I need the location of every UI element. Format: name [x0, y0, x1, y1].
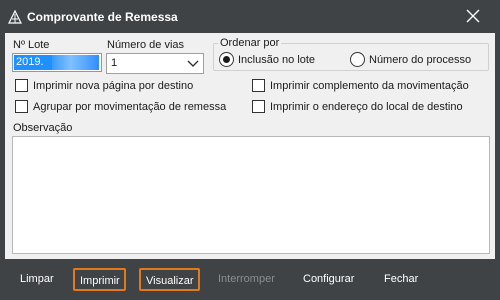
radio-inclusao-lote-label[interactable]: Inclusão no lote [238, 54, 315, 66]
lote-value: 2019. [16, 56, 44, 68]
observacao-textarea[interactable] [12, 136, 490, 254]
limpar-button[interactable]: Limpar [14, 268, 58, 291]
lote-redacted-area [52, 55, 99, 70]
ordenar-legend: Ordenar por [218, 37, 282, 49]
window-title: Comprovante de Remessa [27, 10, 178, 24]
imprimir-button-label: Imprimir [80, 275, 120, 287]
configurar-button[interactable]: Configurar [297, 268, 361, 291]
checkbox-nova-pagina[interactable] [15, 79, 28, 92]
checkbox-nova-pagina-label[interactable]: Imprimir nova página por destino [33, 80, 193, 92]
lote-selection: 2019. [14, 55, 99, 70]
vias-label: Número de vias [107, 39, 185, 51]
checkbox-complemento[interactable] [252, 79, 265, 92]
checkbox-endereco-label[interactable]: Imprimir o endereço do local de destino [270, 101, 463, 113]
visualizar-button-label: Visualizar [146, 275, 194, 287]
vias-select[interactable]: 1 [106, 53, 204, 74]
vias-value: 1 [111, 57, 118, 69]
app-triangle-icon [8, 10, 22, 24]
checkbox-agrupar[interactable] [15, 100, 28, 113]
interromper-button-label: Interromper [218, 273, 275, 285]
checkbox-agrupar-label[interactable]: Agrupar por movimentação de remessa [33, 101, 226, 113]
radio-numero-processo-label[interactable]: Número do processo [369, 54, 471, 66]
lote-label: Nº Lote [13, 39, 50, 51]
title-bar[interactable]: Comprovante de Remessa [0, 0, 500, 33]
interromper-button: Interromper [212, 268, 284, 291]
limpar-button-label: Limpar [20, 273, 54, 285]
lote-input[interactable]: 2019. [12, 53, 102, 72]
fechar-button[interactable]: Fechar [378, 268, 422, 291]
checkbox-endereco[interactable] [252, 100, 265, 113]
chevron-down-icon [187, 60, 199, 67]
fechar-button-label: Fechar [384, 273, 419, 285]
radio-inclusao-lote[interactable] [219, 52, 234, 67]
bottom-toolbar: Limpar Imprimir Visualizar Interromper C… [0, 259, 500, 300]
dialog-window: Comprovante de Remessa Nº Lote 2019. Núm… [0, 0, 500, 300]
checkbox-complemento-label[interactable]: Imprimir complemento da movimentação [270, 80, 469, 92]
observacao-label: Observação [13, 122, 73, 134]
form-panel: Nº Lote 2019. Número de vias 1 Ordenar p… [5, 33, 495, 259]
visualizar-button[interactable]: Visualizar [139, 268, 200, 291]
imprimir-button[interactable]: Imprimir [73, 268, 126, 291]
configurar-button-label: Configurar [303, 273, 355, 285]
radio-numero-processo[interactable] [350, 52, 365, 67]
close-icon[interactable] [462, 5, 484, 27]
